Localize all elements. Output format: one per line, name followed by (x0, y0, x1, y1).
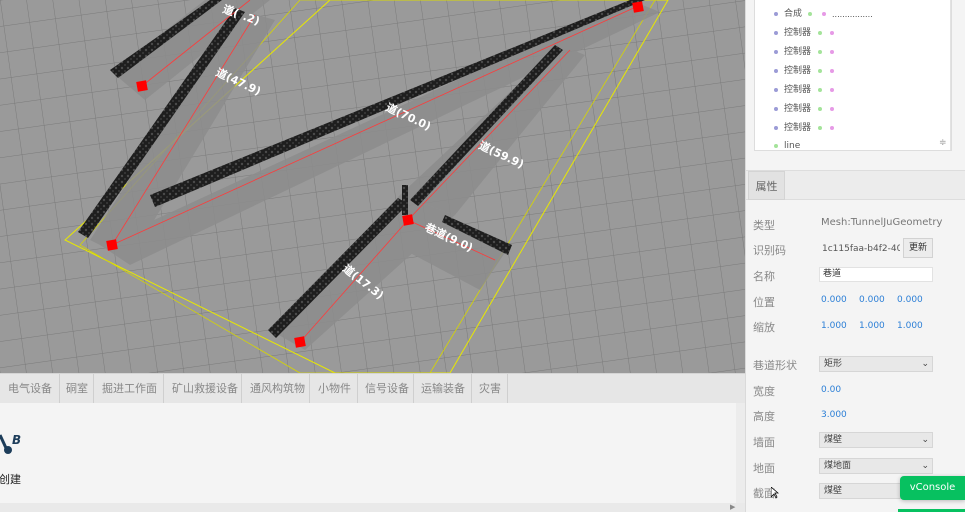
id-label: 识别码 (753, 244, 786, 257)
tab-ventilation[interactable]: 通风构筑物 (242, 374, 310, 404)
name-label: 名称 (753, 270, 775, 283)
position-z[interactable]: 0.000 (897, 295, 923, 305)
tab-electrical[interactable]: 电气设备 (0, 374, 60, 404)
ground-label: 地面 (753, 462, 775, 475)
scale-label: 缩放 (753, 321, 775, 334)
node-marker[interactable] (136, 80, 148, 92)
scale-z[interactable]: 1.000 (897, 321, 923, 331)
tree-scrollbar[interactable]: ▼ (950, 0, 951, 150)
node-marker[interactable] (106, 239, 118, 251)
tree-item[interactable]: 控制器 (774, 81, 834, 100)
chevron-down-icon: ⌄ (921, 435, 929, 445)
shape-label: 巷道形状 (753, 359, 797, 372)
position-y[interactable]: 0.000 (859, 295, 885, 305)
vconsole-button[interactable]: vConsole (900, 476, 965, 500)
node-marker[interactable] (632, 1, 644, 13)
create-tool[interactable]: B 标创建 (0, 429, 40, 489)
tree-item[interactable]: 合成 ................ (774, 5, 873, 24)
chevron-down-icon: ⌄ (921, 359, 929, 369)
tab-small-items[interactable]: 小物件 (310, 374, 358, 404)
palette-content: B 标创建 (0, 403, 745, 512)
tree-item[interactable]: 控制器 (774, 43, 834, 62)
tree-item[interactable]: 控制器 (774, 100, 834, 119)
name-input[interactable]: 巷道 (819, 267, 933, 282)
scale-x[interactable]: 1.000 (821, 321, 847, 331)
tree-item[interactable]: line (774, 137, 800, 150)
scroll-right-arrow[interactable]: ▶ (730, 503, 735, 511)
tree-item[interactable]: 控制器 (774, 119, 834, 138)
node-create-icon: B (0, 433, 21, 454)
node-marker[interactable] (402, 214, 414, 226)
update-button[interactable]: 更新 (903, 238, 933, 258)
create-label: 标创建 (0, 473, 21, 486)
height-value[interactable]: 3.000 (821, 410, 847, 420)
position-x[interactable]: 0.000 (821, 295, 847, 305)
wall-select[interactable]: 煤壁 ⌄ (819, 432, 933, 448)
tree-item[interactable]: 控制器 (774, 24, 834, 43)
id-value: 1c115faa-b4f2-40? (822, 244, 900, 254)
tab-signal[interactable]: 信号设备 (358, 374, 414, 404)
position-label: 位置 (753, 296, 775, 309)
property-panel: 合成 ................ 控制器 控制器 控制器 控制器 控制器 … (745, 0, 965, 512)
tab-rescue-equipment[interactable]: 矿山救援设备 (164, 374, 242, 404)
tab-transport[interactable]: 运输装备 (414, 374, 472, 404)
category-toolbar: 电气设备 硐室 掘进工作面 矿山救援设备 通风构筑物 小物件 信号设备 运输装备… (0, 373, 745, 404)
content-horizontal-scrollbar[interactable]: ▶ (0, 503, 745, 512)
node-marker[interactable] (294, 336, 306, 348)
tab-chamber[interactable]: 硐室 (60, 374, 94, 404)
type-label: 类型 (753, 219, 775, 232)
content-vertical-scrollbar[interactable] (736, 403, 745, 512)
width-value[interactable]: 0.00 (821, 385, 841, 395)
scale-y[interactable]: 1.000 (859, 321, 885, 331)
shape-select[interactable]: 矩形 ⌄ (819, 356, 933, 372)
tab-heading-face[interactable]: 掘进工作面 (94, 374, 164, 404)
mouse-cursor-icon (771, 487, 779, 499)
width-label: 宽度 (753, 385, 775, 398)
scene-viewport[interactable]: 道( .2) 道(47.9) 道(70.0) 道(59.9) 巷道(9.0) 道… (0, 0, 745, 373)
chevron-down-icon: ⌄ (921, 461, 929, 471)
property-tabs: 属性 (746, 170, 965, 200)
ground-select[interactable]: 煤地面 ⌄ (819, 458, 933, 474)
type-value: Mesh:TunnelJuGeometry (821, 217, 943, 228)
scene-tree: 合成 ................ 控制器 控制器 控制器 控制器 控制器 … (754, 0, 952, 151)
tree-item[interactable]: 控制器 (774, 62, 834, 81)
tab-disaster[interactable]: 灾害 (472, 374, 508, 404)
tab-attributes[interactable]: 属性 (748, 171, 785, 200)
height-label: 高度 (753, 410, 775, 423)
svg-text:B: B (12, 433, 21, 447)
scene-canvas[interactable]: 道( .2) 道(47.9) 道(70.0) 道(59.9) 巷道(9.0) 道… (0, 0, 745, 373)
wall-label: 墙面 (753, 436, 775, 449)
resize-handle-icon[interactable]: ≑ (939, 138, 947, 148)
